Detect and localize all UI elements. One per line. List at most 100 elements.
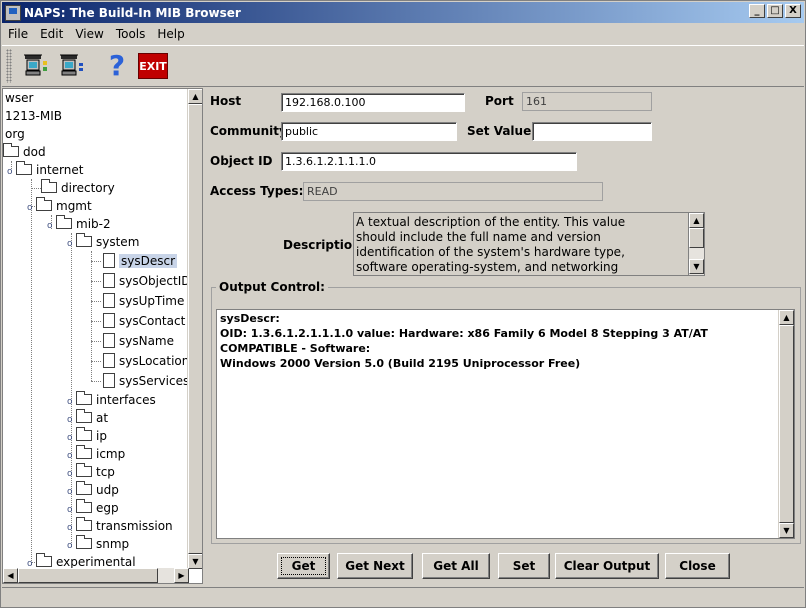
tree-node-internet[interactable]: o internet bbox=[7, 161, 83, 179]
expand-handle-icon[interactable]: o bbox=[7, 163, 16, 181]
expand-handle-icon[interactable]: o bbox=[47, 217, 56, 235]
tree-node-icmp[interactable]: o icmp bbox=[67, 445, 125, 463]
tree-node-label: internet bbox=[36, 163, 84, 177]
minimize-button[interactable]: _ bbox=[749, 4, 765, 18]
access-types-field[interactable]: READ bbox=[303, 182, 603, 201]
scroll-thumb[interactable] bbox=[779, 325, 794, 523]
menu-file[interactable]: File bbox=[2, 27, 34, 41]
output-control-group: Output Control: sysDescr: OID: 1.3.6.1.2… bbox=[211, 280, 801, 544]
tree-vertical-scrollbar[interactable]: ▲ ▼ bbox=[187, 89, 202, 569]
tree-node-sysservices[interactable]: sysServices bbox=[103, 372, 189, 390]
maximize-button[interactable]: □ bbox=[767, 4, 783, 18]
set-value-input[interactable] bbox=[532, 122, 652, 141]
tree-horizontal-scrollbar[interactable]: ◀ ▶ bbox=[3, 568, 189, 583]
help-tool-button[interactable]: ? bbox=[100, 49, 134, 83]
tree-node-interfaces[interactable]: o interfaces bbox=[67, 391, 156, 409]
tree-node-experimental[interactable]: o experimental bbox=[27, 553, 136, 569]
folder-icon bbox=[76, 535, 92, 549]
disconnect-tool-button[interactable] bbox=[54, 49, 88, 83]
tree-node-snmp[interactable]: o snmp bbox=[67, 535, 129, 553]
expand-handle-icon[interactable]: o bbox=[27, 199, 36, 217]
close-button[interactable]: Close bbox=[665, 553, 730, 579]
tree-node-syslocation[interactable]: sysLocation bbox=[103, 352, 189, 370]
tree-node-directory[interactable]: directory bbox=[41, 179, 115, 197]
get-button[interactable]: Get bbox=[277, 553, 330, 579]
folder-icon bbox=[76, 499, 92, 513]
set-button[interactable]: Set bbox=[498, 553, 550, 579]
tree-node-sysobjectid[interactable]: sysObjectID bbox=[103, 272, 189, 290]
description-line: should include the full name and version bbox=[356, 230, 601, 244]
network-upload-icon bbox=[24, 54, 47, 76]
clear-output-button[interactable]: Clear Output bbox=[555, 553, 659, 579]
scroll-left-icon[interactable]: ◀ bbox=[3, 568, 18, 583]
scroll-thumb[interactable] bbox=[188, 104, 202, 554]
folder-open-icon bbox=[56, 215, 72, 229]
tree-node-rfc1213[interactable]: 1213-MIB bbox=[5, 107, 62, 125]
scroll-up-icon[interactable]: ▲ bbox=[779, 310, 794, 325]
tree-node-sysname[interactable]: sysName bbox=[103, 332, 174, 350]
host-label: Host bbox=[210, 94, 242, 108]
menu-edit[interactable]: Edit bbox=[34, 27, 69, 41]
tree-node-syscontact[interactable]: sysContact bbox=[103, 312, 185, 330]
tree-node-udp[interactable]: o udp bbox=[67, 481, 119, 499]
folder-open-icon bbox=[76, 233, 92, 247]
tree-node-mib-2[interactable]: o mib-2 bbox=[47, 215, 111, 233]
description-line: A textual description of the entity. Thi… bbox=[356, 215, 626, 229]
menu-help[interactable]: Help bbox=[151, 27, 190, 41]
scroll-thumb[interactable] bbox=[689, 228, 704, 248]
exit-tool-button[interactable]: EXIT bbox=[136, 49, 170, 83]
tree-node-label: interfaces bbox=[96, 393, 156, 407]
tree-node-label: transmission bbox=[96, 519, 173, 533]
details-panel: Host 192.168.0.100 Port 161 Community pu… bbox=[205, 88, 804, 584]
port-field[interactable]: 161 bbox=[522, 92, 652, 111]
status-bar bbox=[2, 587, 804, 606]
mib-tree: wser 1213-MIB org dod o internet director… bbox=[3, 89, 189, 569]
folder-icon bbox=[76, 517, 92, 531]
tree-node-sysdescr[interactable]: sysDescr bbox=[103, 252, 178, 270]
tree-node-egp[interactable]: o egp bbox=[67, 499, 119, 517]
tree-node-dod[interactable]: dod bbox=[3, 143, 46, 161]
get-all-button[interactable]: Get All bbox=[422, 553, 490, 579]
scroll-up-icon[interactable]: ▲ bbox=[689, 213, 704, 228]
tree-node-mgmt[interactable]: o mgmt bbox=[27, 197, 92, 215]
tree-node-browser[interactable]: wser bbox=[5, 89, 33, 107]
scroll-thumb[interactable] bbox=[18, 568, 158, 583]
scroll-right-icon[interactable]: ▶ bbox=[174, 568, 189, 583]
tree-node-tcp[interactable]: o tcp bbox=[67, 463, 115, 481]
tree-node-ip[interactable]: o ip bbox=[67, 427, 107, 445]
tree-node-transmission[interactable]: o transmission bbox=[67, 517, 173, 535]
tree-node-sysuptime[interactable]: sysUpTime bbox=[103, 292, 184, 310]
close-window-button[interactable]: X bbox=[785, 4, 801, 18]
tree-node-at[interactable]: o at bbox=[67, 409, 108, 427]
scroll-up-icon[interactable]: ▲ bbox=[188, 89, 202, 104]
connect-tool-button[interactable] bbox=[18, 49, 52, 83]
help-question-icon: ? bbox=[108, 49, 126, 82]
host-input[interactable]: 192.168.0.100 bbox=[281, 93, 465, 112]
menu-tools[interactable]: Tools bbox=[110, 27, 152, 41]
folder-icon bbox=[76, 427, 92, 441]
tree-node-system[interactable]: o system bbox=[67, 233, 139, 251]
collapse-handle-icon[interactable]: o bbox=[27, 555, 36, 569]
toolbar-grip[interactable] bbox=[6, 49, 12, 83]
object-id-input[interactable]: 1.3.6.1.2.1.1.1.0 bbox=[281, 152, 577, 171]
menu-view[interactable]: View bbox=[69, 27, 109, 41]
tree-node-label: sysDescr bbox=[119, 254, 178, 268]
output-textarea[interactable]: sysDescr: OID: 1.3.6.1.2.1.1.1.0 value: … bbox=[216, 309, 795, 539]
folder-open-icon bbox=[16, 161, 32, 175]
folder-icon bbox=[41, 179, 57, 193]
expand-handle-icon[interactable]: o bbox=[67, 235, 76, 253]
window-title: NAPS: The Build-In MIB Browser bbox=[24, 5, 241, 20]
community-label: Community bbox=[210, 124, 287, 138]
tree-node-label: at bbox=[96, 411, 109, 425]
tree-node-label: mgmt bbox=[56, 199, 92, 213]
tree-node-org[interactable]: org bbox=[5, 125, 25, 143]
scroll-down-icon[interactable]: ▼ bbox=[779, 523, 794, 538]
scroll-down-icon[interactable]: ▼ bbox=[188, 554, 202, 569]
description-scrollbar[interactable]: ▲ ▼ bbox=[688, 213, 704, 275]
get-next-button[interactable]: Get Next bbox=[337, 553, 413, 579]
scroll-down-icon[interactable]: ▼ bbox=[689, 259, 704, 274]
description-textarea[interactable]: A textual description of the entity. Thi… bbox=[353, 212, 705, 276]
community-input[interactable]: public bbox=[281, 122, 457, 141]
folder-icon bbox=[76, 391, 92, 405]
output-scrollbar[interactable]: ▲ ▼ bbox=[778, 310, 794, 538]
